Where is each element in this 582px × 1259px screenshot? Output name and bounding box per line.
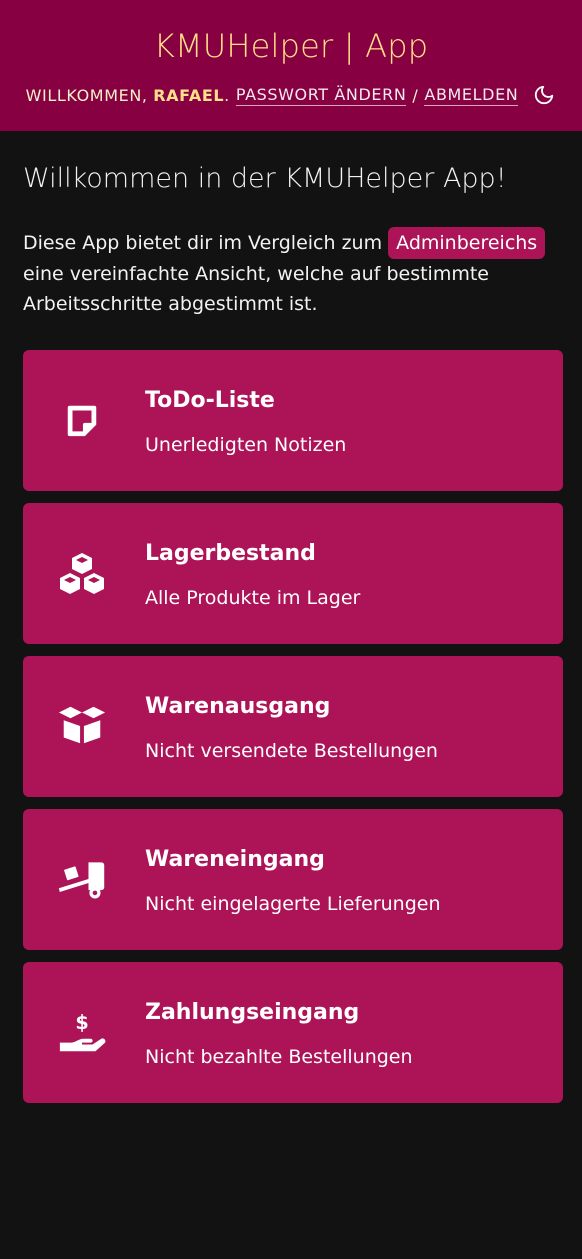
site-header: KMUHelper | App Willkommen, Rafael. Pass… <box>0 0 582 131</box>
open-box-icon <box>57 704 107 748</box>
username: Rafael <box>153 85 225 105</box>
card-payments-in[interactable]: $ Zahlungseingang Nicht bezahlte Bestell… <box>23 962 563 1103</box>
card-title: Wareneingang <box>145 847 325 872</box>
main-content: Willkommen in der KMUHelper App! Diese A… <box>0 157 582 1103</box>
change-password-link[interactable]: Passwort ändern <box>235 85 407 106</box>
welcome-text: Willkommen, <box>25 85 148 105</box>
dolly-icon <box>57 857 107 901</box>
card-subtitle: Unerledigten Notizen <box>145 434 347 456</box>
admin-area-link[interactable]: Adminbereichs <box>388 227 546 259</box>
moon-icon <box>535 85 554 105</box>
hand-dollar-icon: $ <box>57 1010 107 1054</box>
card-subtitle: Nicht versendete Bestellungen <box>145 740 438 762</box>
svg-text:$: $ <box>75 1011 88 1034</box>
card-subtitle: Nicht eingelagerte Lieferungen <box>145 893 441 915</box>
card-goods-out[interactable]: Warenausgang Nicht versendete Bestellung… <box>23 656 563 797</box>
logout-link[interactable]: Abmelden <box>424 85 519 106</box>
card-title: Zahlungseingang <box>145 1000 360 1025</box>
card-goods-in[interactable]: Wareneingang Nicht eingelagerte Lieferun… <box>23 809 563 950</box>
card-subtitle: Alle Produkte im Lager <box>145 587 361 609</box>
tools-separator: / <box>412 85 419 105</box>
page-heading: Willkommen in der KMUHelper App! <box>23 163 507 194</box>
card-title: ToDo-Liste <box>145 388 275 413</box>
welcome-dot: . <box>224 85 230 105</box>
sticky-note-icon <box>57 398 107 442</box>
theme-toggle-button[interactable] <box>532 83 556 107</box>
card-inventory[interactable]: Lagerbestand Alle Produkte im Lager <box>23 503 563 644</box>
card-subtitle: Nicht bezahlte Bestellungen <box>145 1046 413 1068</box>
cubes-icon <box>57 551 107 595</box>
intro-text: Diese App bietet dir im Vergleich zum Ad… <box>23 227 563 319</box>
card-title: Warenausgang <box>145 694 331 719</box>
intro-text-before: Diese App bietet dir im Vergleich zum <box>23 232 389 254</box>
intro-text-after: eine vereinfachte Ansicht, welche auf be… <box>23 263 489 315</box>
site-title: KMUHelper | App <box>153 27 429 65</box>
card-title: Lagerbestand <box>145 541 316 566</box>
card-todo-list[interactable]: ToDo-Liste Unerledigten Notizen <box>23 350 563 491</box>
user-tools: Willkommen, Rafael. Passwort ändern / Ab… <box>0 82 582 108</box>
app-cards: ToDo-Liste Unerledigten Notizen Lagerbes… <box>23 350 563 1103</box>
